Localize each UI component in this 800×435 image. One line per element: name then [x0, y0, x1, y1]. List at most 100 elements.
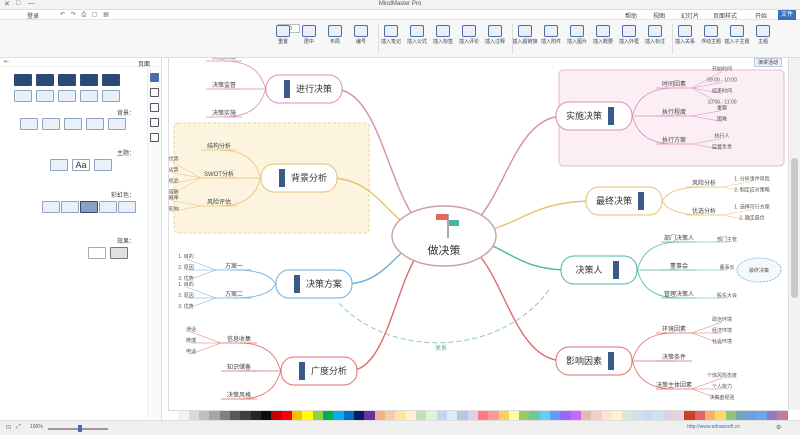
menu-help[interactable]: 帮助	[622, 11, 640, 20]
leaf-label[interactable]: 4. 威胁	[169, 189, 179, 196]
subtopic-label[interactable]: 信息收集	[227, 335, 251, 343]
vertical-scrollbar[interactable]	[788, 58, 800, 410]
subtopic-label[interactable]: 董事会	[670, 262, 688, 270]
leaf-label[interactable]: 部门主管	[717, 236, 737, 243]
ribbon-button[interactable]: 重置	[268, 23, 298, 56]
layout-option[interactable]	[102, 74, 120, 86]
settings-icon[interactable]: ⚙	[776, 424, 781, 431]
ribbon-button[interactable]: 插入公式	[402, 23, 432, 56]
subtopic-label[interactable]: 决策监督	[212, 81, 236, 89]
outline-icon[interactable]	[150, 133, 159, 142]
branch-style-option[interactable]	[118, 201, 136, 213]
subtopic-label[interactable]: 决策条件	[662, 353, 686, 361]
leaf-label[interactable]: 3. 机会	[169, 178, 179, 185]
login-link[interactable]: 登录	[24, 11, 42, 20]
branch-label[interactable]: 实施决策	[566, 110, 602, 121]
subtopic-label[interactable]: 知识储备	[227, 363, 251, 371]
leaf-label[interactable]: 1. 优势	[169, 156, 179, 163]
relation-line[interactable]	[338, 289, 550, 344]
branch-label[interactable]: 决策人	[575, 264, 602, 275]
leaf-label[interactable]: 个人能力	[712, 383, 732, 390]
close-icon[interactable]: ✕	[4, 0, 10, 8]
leaf-label[interactable]: 2. 原因	[178, 293, 194, 299]
menu-view[interactable]: 视图	[650, 11, 668, 20]
ribbon-button[interactable]: 插入概要	[588, 23, 618, 56]
branch-style-option[interactable]	[99, 201, 117, 213]
close-panel-icon[interactable]: ⇤	[4, 58, 9, 65]
ribbon-button[interactable]: 插入图片	[562, 23, 592, 56]
leaf-label[interactable]: 政治环境	[712, 316, 732, 323]
layout-option[interactable]	[58, 74, 76, 86]
subtopic-label[interactable]: 风险评估	[207, 198, 231, 206]
ribbon-button[interactable]: 插入外框	[614, 23, 644, 56]
quick-access-toolbar[interactable]: ↶ ↷ ⎙ ▢ ▤	[60, 11, 111, 19]
subtopic-label[interactable]: 方案二	[225, 290, 243, 298]
menu-start[interactable]: 开始	[752, 11, 770, 20]
ribbon-button[interactable]: 插入关系	[670, 23, 700, 56]
theme-option[interactable]	[94, 159, 112, 171]
leaf-label[interactable]: 1. 分析事件风险	[734, 176, 770, 183]
layout-option[interactable]	[14, 74, 32, 86]
subtopic-label[interactable]: 决策风格	[227, 391, 251, 399]
ribbon-button[interactable]: 居中	[294, 23, 324, 56]
subtopic-label[interactable]: 管理决策人	[664, 290, 694, 298]
leaf-label[interactable]: 1. 目的	[178, 253, 194, 260]
zoom-slider-knob[interactable]	[78, 425, 82, 432]
fullscreen-icon[interactable]: ⤢	[16, 424, 21, 431]
fit-page-icon[interactable]: ⊡	[6, 424, 11, 431]
subtopic-label[interactable]: 结构分析	[207, 142, 231, 150]
layout-option[interactable]	[80, 90, 98, 102]
effect-option[interactable]	[88, 247, 106, 259]
ribbon-button[interactable]: 编号	[346, 23, 376, 56]
leaf-label[interactable]: 2. 原因	[178, 265, 194, 271]
font-option[interactable]: Aa	[72, 159, 90, 171]
branch-label[interactable]: 影响因素	[566, 355, 602, 366]
leaf-label[interactable]: 电话	[186, 348, 196, 355]
layout-option[interactable]	[80, 74, 98, 86]
background-option[interactable]	[86, 118, 104, 130]
ribbon-button[interactable]: 插入超链接	[510, 23, 540, 56]
maximize-icon[interactable]: □	[16, 0, 20, 7]
menu-slides[interactable]: 幻灯片	[678, 11, 702, 20]
effect-option[interactable]	[110, 247, 128, 259]
background-option[interactable]	[42, 118, 60, 130]
branch-label[interactable]: 广度分析	[311, 365, 347, 376]
subtopic-label[interactable]: SWOT分析	[204, 170, 234, 178]
branch-style-option[interactable]	[80, 201, 98, 213]
theme-option[interactable]	[50, 159, 68, 171]
subtopic-label[interactable]: 部门决策人	[664, 234, 694, 242]
ribbon-button[interactable]: 插入笔记	[376, 23, 406, 56]
scroll-thumb[interactable]	[791, 158, 798, 298]
icon-library-icon[interactable]	[150, 103, 159, 112]
subtopic-label[interactable]: 风险分析	[692, 179, 716, 187]
leaf-label[interactable]: 监督负责	[712, 144, 732, 151]
ribbon-button[interactable]: 插入附件	[536, 23, 566, 56]
branch-label[interactable]: 最终决策	[596, 195, 632, 206]
ribbon-button[interactable]: 插入子主题	[722, 23, 752, 56]
subtopic-label[interactable]: 决策实施	[212, 109, 236, 117]
leaf-label[interactable]: 社会环境	[712, 338, 732, 345]
subtopic-label[interactable]: 环境因素	[662, 325, 686, 333]
branch-style-option[interactable]	[61, 201, 79, 213]
menu-page-style[interactable]: 页面样式	[710, 11, 740, 20]
layout-option[interactable]	[102, 90, 120, 102]
subtopic-label[interactable]: 实施决策	[212, 58, 236, 61]
minimize-icon[interactable]: —	[28, 0, 35, 7]
leaf-label[interactable]: 2. 影响	[169, 206, 179, 213]
ribbon-button[interactable]: 插入标注	[640, 23, 670, 56]
leaf-label[interactable]: 执行人	[714, 133, 729, 140]
leaf-label[interactable]: 2. 制定应对策略	[734, 187, 770, 194]
branch-label[interactable]: 进行决策	[296, 83, 332, 94]
subtopic-label[interactable]: 时间因素	[662, 80, 686, 88]
leaf-label[interactable]: 微博	[186, 337, 196, 344]
leaf-label[interactable]: 通话	[186, 326, 196, 333]
clipart-icon[interactable]	[150, 118, 159, 127]
layout-option[interactable]	[14, 90, 32, 102]
subtopic-label[interactable]: 决策主体因素	[656, 381, 692, 389]
canvas-tab[interactable]: 演讲活动	[753, 58, 782, 67]
leaf-label[interactable]: 1. 概率	[169, 195, 179, 202]
leaf-label[interactable]: 3. 优势	[178, 275, 194, 282]
style-icon[interactable]	[150, 88, 159, 97]
subtopic-label[interactable]: 优选分析	[692, 207, 716, 215]
leaf-label[interactable]: 1. 目的	[178, 281, 194, 288]
